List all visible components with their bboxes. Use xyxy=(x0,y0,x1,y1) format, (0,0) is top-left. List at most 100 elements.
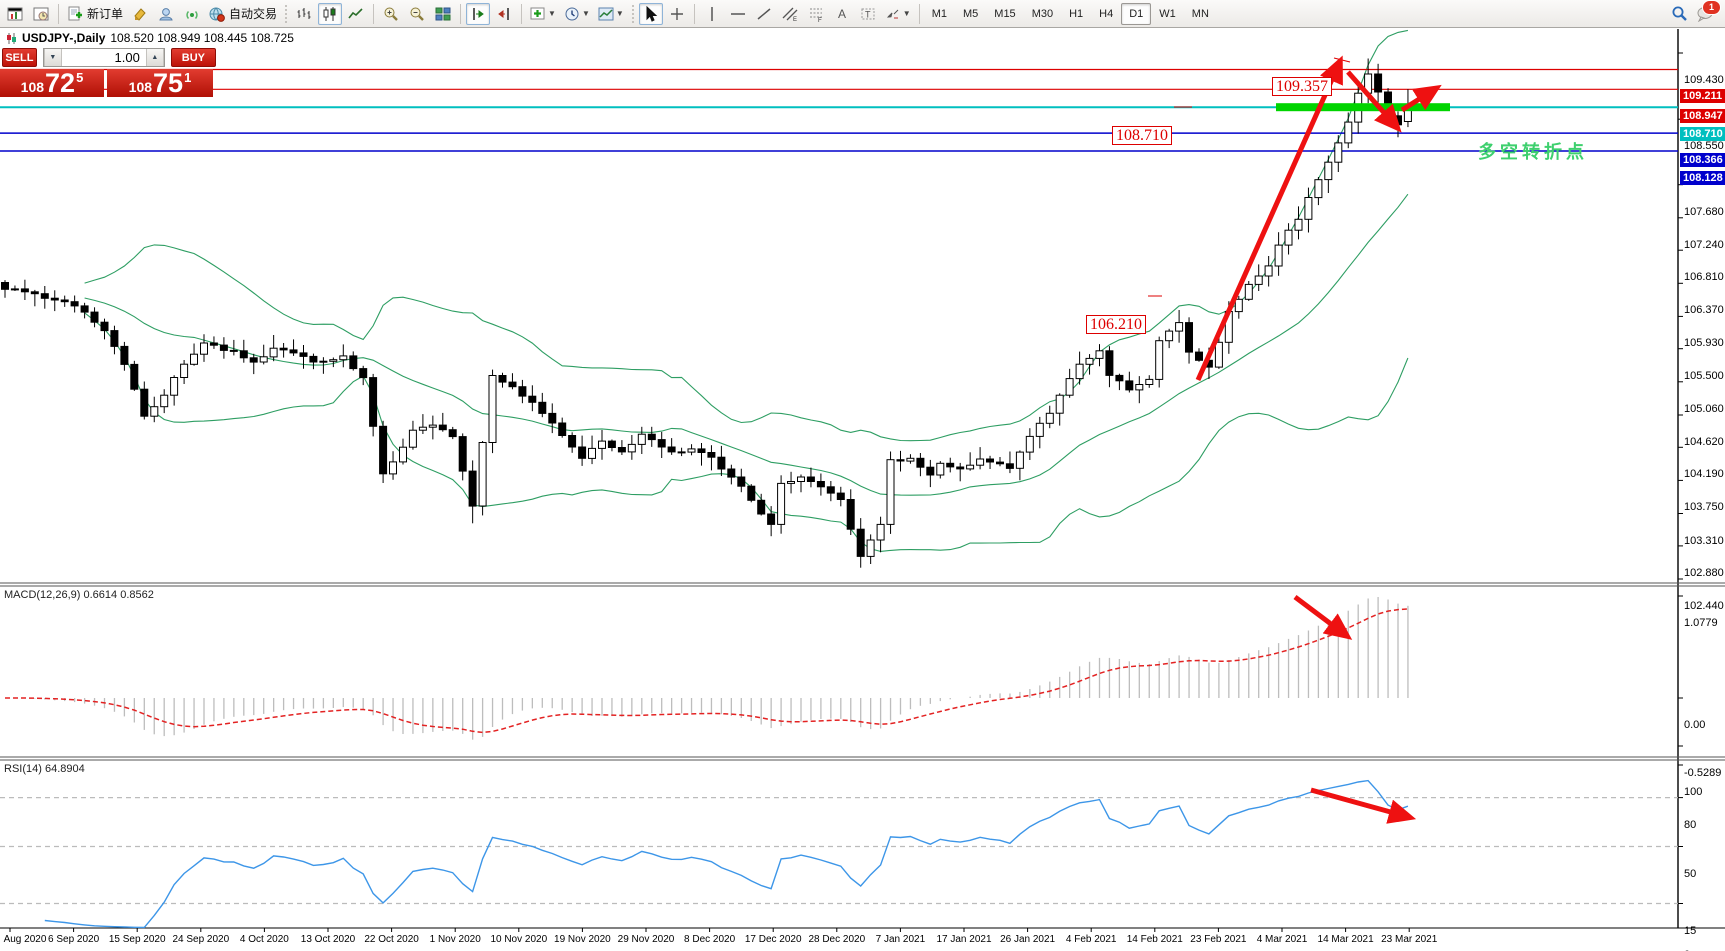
zoom-out-button[interactable] xyxy=(405,3,429,25)
timeframe-m1[interactable]: M1 xyxy=(924,3,955,25)
arrows-tool[interactable]: ▼ xyxy=(882,3,914,25)
price-annotation-label[interactable]: 108.710 xyxy=(1112,126,1172,145)
periods-icon xyxy=(564,6,580,22)
chart-shift-button[interactable] xyxy=(492,3,516,25)
candlestick-chart-button[interactable] xyxy=(318,3,342,25)
cursor-button[interactable] xyxy=(639,3,663,25)
new-order-button[interactable]: 新订单 xyxy=(64,3,126,25)
dropdown-arrow-icon: ▼ xyxy=(616,9,624,18)
signals-button[interactable] xyxy=(180,3,204,25)
price-annotation-label[interactable]: 106.210 xyxy=(1086,315,1146,334)
fibonacci-tool[interactable]: F xyxy=(804,3,828,25)
rsi-label: RSI(14) 64.8904 xyxy=(4,763,85,775)
chat-button[interactable]: 1 xyxy=(1693,3,1717,25)
rsi-axis-label: 15 xyxy=(1684,925,1696,937)
chart-canvas[interactable] xyxy=(0,28,1725,951)
chart-title-ohlc: 108.520 108.949 108.445 108.725 xyxy=(110,31,294,45)
indicators-icon xyxy=(530,6,546,22)
toolbar-separator xyxy=(373,4,374,24)
templates-button[interactable]: ▼ xyxy=(595,3,627,25)
profiles-button[interactable] xyxy=(29,3,53,25)
terminal-button[interactable] xyxy=(154,3,178,25)
macd-axis-label: 1.0779 xyxy=(1684,617,1718,629)
timeframe-h1[interactable]: H1 xyxy=(1061,3,1091,25)
periods-button[interactable]: ▼ xyxy=(561,3,593,25)
volume-input[interactable]: 1.00 xyxy=(62,49,146,66)
macd-main-value: 0.6614 xyxy=(83,589,117,601)
price-level-badge: 109.211 xyxy=(1680,89,1725,103)
sell-button[interactable]: SELL xyxy=(2,48,37,67)
timeframe-m5[interactable]: M5 xyxy=(955,3,986,25)
bid-price-box[interactable]: 108 72 5 xyxy=(0,69,104,97)
tile-windows-button[interactable] xyxy=(431,3,455,25)
equidistant-channel-tool[interactable]: E xyxy=(778,3,802,25)
volume-decrease-button[interactable]: ▼ xyxy=(44,49,62,66)
price-tick-label: 106.810 xyxy=(1684,271,1724,283)
metaeditor-button[interactable] xyxy=(128,3,152,25)
timeframe-mn[interactable]: MN xyxy=(1184,3,1217,25)
timeframe-h4[interactable]: H4 xyxy=(1091,3,1121,25)
timeframe-w1[interactable]: W1 xyxy=(1151,3,1184,25)
line-chart-button[interactable] xyxy=(344,3,368,25)
price-tick-label: 109.430 xyxy=(1684,74,1724,86)
price-tick-label: 104.190 xyxy=(1684,468,1724,480)
timeframe-d1[interactable]: D1 xyxy=(1121,3,1151,25)
bar-chart-button[interactable] xyxy=(292,3,316,25)
timeframe-m15[interactable]: M15 xyxy=(986,3,1023,25)
toolbar-separator xyxy=(521,4,522,24)
search-button[interactable] xyxy=(1667,3,1691,25)
date-tick-label: 19 Nov 2020 xyxy=(554,934,611,945)
svg-text:F: F xyxy=(818,18,822,22)
toolbar-right-group: 1 xyxy=(1666,3,1723,25)
vertical-line-icon xyxy=(704,6,720,22)
zoom-in-button[interactable] xyxy=(379,3,403,25)
dropdown-arrow-icon: ▼ xyxy=(903,9,911,18)
timeframe-m30[interactable]: M30 xyxy=(1024,3,1061,25)
mt4-window: { "toolbar": { "new_order_label": "新订单",… xyxy=(0,0,1725,951)
price-tick-label: 103.310 xyxy=(1684,535,1724,547)
chart-shift-icon xyxy=(496,6,512,22)
indicators-button[interactable]: ▼ xyxy=(527,3,559,25)
candlestick-chart-icon xyxy=(322,6,338,22)
price-tick-label: 102.440 xyxy=(1684,600,1724,612)
ask-price-box[interactable]: 108 75 1 xyxy=(107,69,213,97)
vertical-line-tool[interactable] xyxy=(700,3,724,25)
price-annotation-label[interactable]: 109.357 xyxy=(1272,77,1332,96)
buy-button[interactable]: BUY xyxy=(171,48,216,67)
date-tick-label: 28 Dec 2020 xyxy=(808,934,865,945)
auto-scroll-button[interactable] xyxy=(466,3,490,25)
price-tick-label: 105.500 xyxy=(1684,370,1724,382)
new-chart-button[interactable] xyxy=(3,3,27,25)
one-click-trading-panel: SELL ▼ 1.00 ▲ BUY 108 72 5 108 75 1 xyxy=(0,48,216,97)
trade-panel-controls: SELL ▼ 1.00 ▲ BUY xyxy=(0,48,216,67)
arrows-tool-icon xyxy=(885,6,901,22)
autotrading-icon xyxy=(209,6,225,22)
text-label-tool[interactable]: T xyxy=(856,3,880,25)
horizontal-line-tool[interactable] xyxy=(726,3,750,25)
metaeditor-icon xyxy=(132,6,148,22)
macd-signal-value: 0.8562 xyxy=(120,589,154,601)
templates-icon xyxy=(598,6,614,22)
rsi-name: RSI(14) xyxy=(4,763,42,775)
zoom-out-icon xyxy=(409,6,425,22)
autotrading-label: 自动交易 xyxy=(229,5,277,22)
price-tick-label: 108.550 xyxy=(1684,140,1724,152)
pivot-note-text[interactable]: 多空转折点 xyxy=(1478,138,1588,164)
autotrading-button[interactable]: 自动交易 xyxy=(206,3,280,25)
text-tool[interactable]: A xyxy=(830,3,854,25)
main-toolbar: 新订单 自动交易 ▼ ▼ xyxy=(0,0,1725,28)
volume-increase-button[interactable]: ▲ xyxy=(146,49,164,66)
price-level-badge: 108.710 xyxy=(1680,127,1725,141)
price-tick-label: 104.620 xyxy=(1684,436,1724,448)
date-tick-label: 7 Jan 2021 xyxy=(876,934,926,945)
date-tick-label: 15 Sep 2020 xyxy=(109,934,166,945)
crosshair-button[interactable] xyxy=(665,3,689,25)
macd-axis-label: -0.5289 xyxy=(1684,767,1721,779)
date-tick-label: 14 Mar 2021 xyxy=(1318,934,1374,945)
price-level-badge: 108.947 xyxy=(1680,109,1725,123)
text-label-icon: T xyxy=(860,6,876,22)
trendline-tool[interactable] xyxy=(752,3,776,25)
date-tick-label: 22 Oct 2020 xyxy=(364,934,418,945)
bid-pipette: 5 xyxy=(76,70,83,85)
date-tick-label: 1 Nov 2020 xyxy=(430,934,481,945)
